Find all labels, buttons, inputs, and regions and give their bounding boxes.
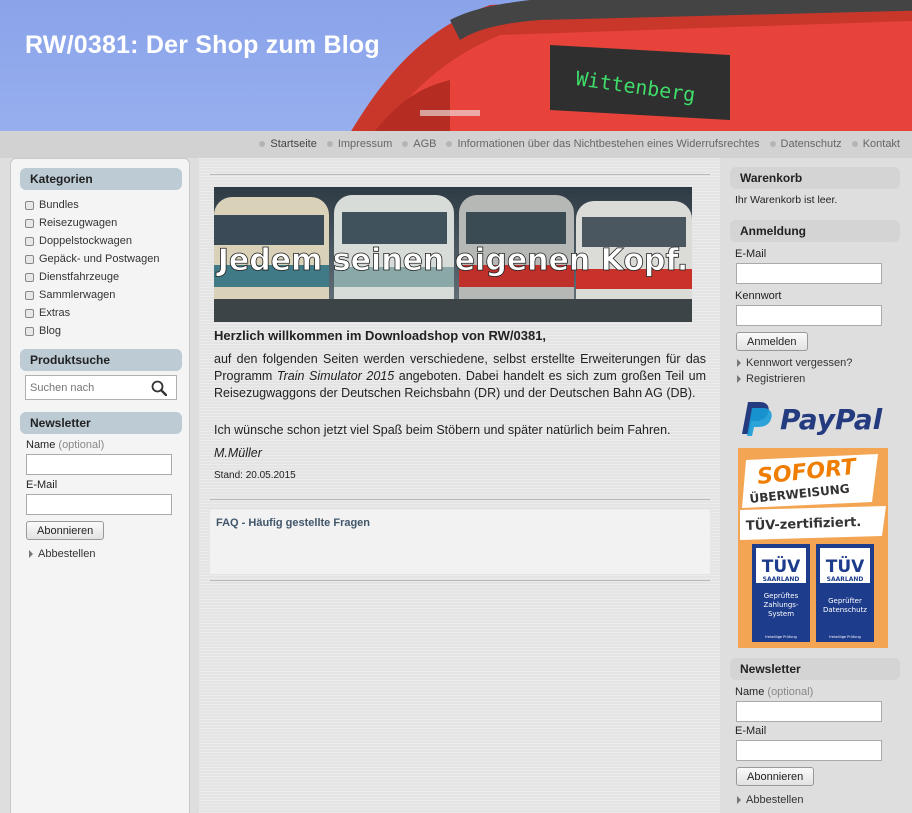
arrow-right-icon (29, 550, 33, 558)
email-label: E-Mail (735, 725, 767, 737)
newsletter-name-field[interactable] (26, 454, 172, 475)
login-email-field[interactable] (736, 263, 882, 284)
newsletter-box-right: Newsletter Name (optional) E-Mail Abonni… (730, 658, 900, 806)
arrow-right-icon (737, 796, 741, 804)
header-train-image: Wittenberg (351, 0, 912, 131)
login-title: Anmeldung (730, 220, 900, 242)
bullet-icon (402, 141, 409, 147)
product-search-box: Produktsuche (20, 349, 182, 400)
divider (210, 174, 710, 175)
welcome-heading: Herzlich willkommen im Downloadshop von … (214, 328, 547, 343)
email-label: E-Mail (735, 248, 767, 260)
category-icon (25, 290, 34, 300)
divider (210, 499, 710, 500)
category-icon (25, 308, 34, 318)
register-link[interactable]: Registrieren (737, 373, 805, 385)
subscribe-button[interactable]: Abonnieren (736, 767, 815, 786)
category-icon (25, 254, 34, 264)
category-item[interactable]: Reisezugwagen (20, 214, 182, 232)
signature: M.Müller (214, 446, 262, 460)
newsletter-email-field[interactable] (26, 494, 172, 515)
search-field (25, 375, 177, 400)
login-button[interactable]: Anmelden (736, 332, 808, 351)
category-icon (25, 218, 34, 228)
cart-status: Ihr Warenkorb ist leer. (735, 194, 838, 206)
categories-box: Kategorien Bundles Reisezugwagen Doppels… (20, 168, 182, 340)
tuev-seal-payment: Geprüftes Zahlungs-System (764, 592, 799, 618)
search-icon[interactable] (151, 380, 167, 396)
bullet-icon (446, 141, 453, 147)
newsletter-email-field[interactable] (736, 740, 882, 761)
email-label: E-Mail (26, 479, 58, 491)
category-icon (25, 236, 34, 246)
search-input[interactable] (26, 376, 144, 399)
bullet-icon (326, 141, 333, 147)
tuev-seal-brand: TÜV (826, 555, 865, 577)
tuev-seal-small: freiwillige Prüfung (765, 635, 797, 639)
left-sidebar: Kategorien Bundles Reisezugwagen Doppels… (10, 158, 190, 813)
newsletter-title: Newsletter (20, 412, 182, 434)
login-box: Anmeldung E-Mail Kennwort Anmelden Kennw… (730, 220, 900, 385)
tuev-seal-small: freiwillige Prüfung (829, 635, 861, 639)
product-search-title: Produktsuche (20, 349, 182, 371)
banner-slogan: Jedem seinen eigenen Kopf. (216, 243, 689, 278)
nav-item-agb[interactable]: AGB (402, 138, 436, 150)
nav-item-widerruf[interactable]: Informationen über das Nichtbestehen ein… (446, 138, 760, 150)
wish-paragraph: Ich wünsche schon jetzt viel Spaß beim S… (214, 423, 671, 437)
category-item[interactable]: Gepäck- und Postwagen (20, 250, 182, 268)
arrow-right-icon (737, 359, 741, 367)
tuev-seal-region: SAARLAND (763, 576, 800, 583)
nav-item-startseite[interactable]: Startseite (259, 138, 317, 150)
nav-item-datenschutz[interactable]: Datenschutz (769, 138, 842, 150)
cart-box: Warenkorb Ihr Warenkorb ist leer. (730, 167, 900, 206)
banner-image: Jedem seinen eigenen Kopf. (214, 187, 692, 322)
unsubscribe-link[interactable]: Abbestellen (29, 548, 96, 560)
newsletter-title: Newsletter (730, 658, 900, 680)
last-updated: Stand: 20.05.2015 (214, 470, 296, 481)
name-label: Name (optional) (26, 439, 105, 451)
intro-paragraph: auf den folgenden Seiten werden verschie… (214, 352, 706, 400)
divider (210, 580, 710, 581)
arrow-right-icon (737, 375, 741, 383)
sofort-badge-image: SOFORT ÜBERWEISUNG TÜV-zertifiziert. TÜV… (738, 448, 888, 648)
category-icon (25, 272, 34, 282)
unsubscribe-link[interactable]: Abbestellen (737, 794, 804, 806)
welcome-banner: Jedem seinen eigenen Kopf. (214, 187, 692, 322)
tuev-seal-brand: TÜV (762, 555, 801, 577)
category-item[interactable]: Extras (20, 304, 182, 322)
top-nav-list: Startseite Impressum AGB Informationen ü… (249, 138, 900, 150)
nav-item-impressum[interactable]: Impressum (326, 138, 392, 150)
site-header: Wittenberg RW/0381: Der Shop zum Blog (0, 0, 912, 131)
categories-title: Kategorien (20, 168, 182, 190)
category-item[interactable]: Doppelstockwagen (20, 232, 182, 250)
category-icon (25, 200, 34, 210)
paypal-text: PayPal (780, 403, 883, 436)
newsletter-name-field[interactable] (736, 701, 882, 722)
forgot-password-link[interactable]: Kennwort vergessen? (737, 357, 852, 369)
bullet-icon (851, 141, 858, 147)
password-label: Kennwort (735, 290, 782, 302)
paypal-logo[interactable]: PayPal (736, 398, 896, 438)
nav-item-kontakt[interactable]: Kontakt (851, 138, 900, 150)
name-label: Name (optional) (735, 686, 814, 698)
cart-title: Warenkorb (730, 167, 900, 189)
paypal-icon: PayPal (742, 402, 883, 436)
category-item[interactable]: Bundles (20, 196, 182, 214)
newsletter-box-left: Newsletter Name (optional) E-Mail Abonni… (20, 412, 182, 560)
category-item[interactable]: Dienstfahrzeuge (20, 268, 182, 286)
category-item[interactable]: Blog (20, 322, 182, 340)
top-navigation: Startseite Impressum AGB Informationen ü… (0, 131, 912, 158)
faq-link[interactable]: FAQ - Häufig gestellte Fragen (216, 517, 370, 529)
category-item[interactable]: Sammlerwagen (20, 286, 182, 304)
tuev-seal-region: SAARLAND (827, 576, 864, 583)
login-password-field[interactable] (736, 305, 882, 326)
sofort-tuev-badge[interactable]: SOFORT ÜBERWEISUNG TÜV-zertifiziert. TÜV… (738, 448, 888, 648)
bullet-icon (259, 141, 266, 147)
subscribe-button[interactable]: Abonnieren (26, 521, 105, 540)
site-title[interactable]: RW/0381: Der Shop zum Blog (25, 31, 380, 60)
category-icon (25, 326, 34, 336)
bullet-icon (769, 141, 776, 147)
category-list: Bundles Reisezugwagen Doppelstockwagen G… (20, 196, 182, 340)
tuev-seal-privacy: Geprüfter Datenschutz (823, 597, 867, 614)
